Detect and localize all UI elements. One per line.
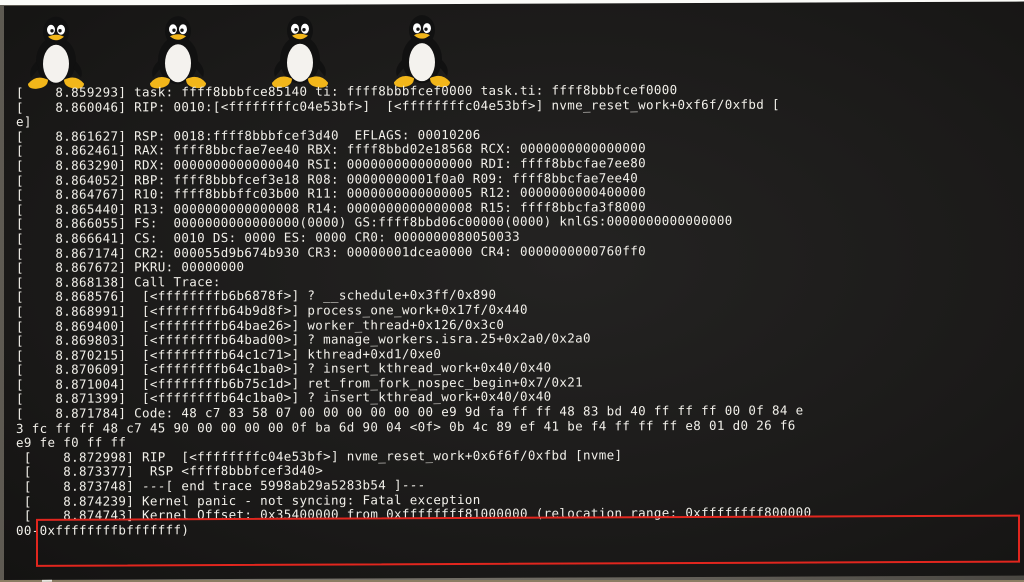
tux-penguin-icon bbox=[266, 13, 334, 89]
tux-penguin-icon bbox=[388, 12, 456, 88]
kernel-console-output: [ 8.859293] task: ffff8bbbfce85140 ti: f… bbox=[16, 82, 1024, 539]
monitor-bezel: [ 8.859293] task: ffff8bbbfce85140 ti: f… bbox=[0, 0, 1024, 582]
panic-highlight-box bbox=[36, 514, 1020, 567]
screen: [ 8.859293] task: ffff8bbbfce85140 ti: f… bbox=[4, 1, 1024, 582]
tux-penguin-icon bbox=[22, 14, 90, 90]
tux-penguin-icon bbox=[144, 13, 212, 89]
